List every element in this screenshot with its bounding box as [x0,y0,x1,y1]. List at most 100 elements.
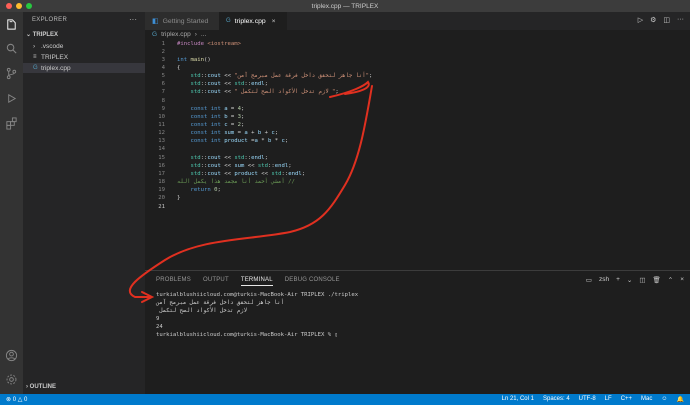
line-number: 9 [161,105,165,112]
tab-output[interactable]: OUTPUT [203,277,229,286]
minimize-window-button[interactable] [16,3,22,9]
tab-terminal[interactable]: TERMINAL [240,277,273,286]
code-line: std::cout << sum << std::endl; [190,162,292,169]
chevron-up-icon[interactable]: ⌃ [668,276,673,284]
settings-gear-icon[interactable] [5,373,18,386]
code-line: const int sum = a + b + c; [190,130,279,137]
language-mode[interactable]: C++ [621,396,632,403]
breadcrumb-symbol[interactable]: ... [201,31,206,38]
more-icon[interactable]: ··· [677,16,684,24]
tab-label: Getting Started [162,17,209,25]
status-bar: ⊗ 0 △ 0 Ln 21, Col 1 Spaces: 4 UTF-8 LF … [0,394,690,405]
workspace-section[interactable]: ⌄ TRIPLEX [26,31,58,38]
outline-section[interactable]: › OUTLINE [26,384,56,390]
terminal-line: turkialblushiicloud.com@turkis-MacBook-A… [156,292,359,298]
line-number: 12 [158,130,165,137]
workspace-label: TRIPLEX [32,32,59,38]
line-number: 6 [161,81,165,88]
cpp-file-icon: G [33,65,38,71]
search-icon[interactable] [5,42,18,55]
gear-icon[interactable]: ⚙ [650,16,656,24]
line-number: 8 [161,97,165,104]
shell-label[interactable]: zsh [599,276,609,284]
tab-debug-console[interactable]: DEBUG CONSOLE [285,277,340,286]
code-line: #include <iostream> [177,40,242,47]
encoding[interactable]: UTF-8 [579,396,596,403]
tree-item-triplex[interactable]: ≡ TRIPLEX [23,52,145,62]
tab-getting-started[interactable]: ◧ Getting Started [145,12,219,30]
outline-label: OUTLINE [29,384,57,390]
code-line: const int a = 4; [190,105,245,112]
close-tab-icon[interactable]: × [272,18,276,25]
warning-count: 0 [24,397,28,403]
line-number: 18 [158,179,165,186]
code-line: std::cout << std::endl; [190,154,269,161]
problems-status[interactable]: ⊗ 0 △ 0 [6,396,27,403]
line-number: 20 [158,195,165,202]
panel-tabs: PROBLEMS OUTPUT TERMINAL DEBUG CONSOLE [156,277,340,286]
close-icon[interactable]: × [680,276,684,284]
more-icon[interactable]: ··· [129,15,137,24]
maximize-window-button[interactable] [26,3,32,9]
line-number: 11 [158,122,165,128]
trash-icon[interactable]: 🗑 [652,276,660,284]
code-editor[interactable]: 1 #include <iostream> 2 3 int main() 4 {5 std:… [145,40,690,270]
file-icon: ≡ [33,54,37,60]
cursor-position[interactable]: Ln 21, Col 1 [502,396,534,403]
editor-tabs: ◧ Getting Started G triplex.cpp × ▷ ⚙ ◫ … [145,12,690,30]
code-line: const int product =a * b * c; [190,138,289,145]
run-debug-icon[interactable] [5,92,18,105]
run-icon[interactable]: ▷ [638,16,643,24]
account-icon[interactable] [5,349,18,362]
end-of-line[interactable]: LF [605,396,612,403]
code-line: return 0; [190,187,221,194]
indentation[interactable]: Spaces: 4 [543,396,570,403]
code-line: { [177,64,181,71]
line-number: 19 [158,187,165,194]
tree-item-label: .vscode [41,42,64,50]
vscode-logo-icon: ◧ [152,18,159,25]
feedback-icon[interactable]: ☺ [661,396,667,403]
tab-label: triplex.cpp [234,17,266,25]
line-number: 16 [158,162,165,169]
status-left: ⊗ 0 △ 0 [6,396,27,403]
split-editor-icon[interactable]: ◫ [663,16,670,24]
close-window-button[interactable] [6,3,12,9]
window-title: triplex.cpp — TRIPLEX [311,2,379,10]
breadcrumb-file[interactable]: triplex.cpp [161,31,191,38]
explorer-icon[interactable] [5,18,18,31]
cpp-file-icon: G [226,18,231,24]
code-line: int main() [177,56,211,63]
error-icon: ⊗ [6,397,13,403]
title-bar: triplex.cpp — TRIPLEX [0,0,690,12]
tree-item-triplex-cpp[interactable]: G triplex.cpp [23,63,145,73]
status-right: Ln 21, Col 1 Spaces: 4 UTF-8 LF C++ Mac … [502,396,684,403]
tab-problems[interactable]: PROBLEMS [156,277,191,286]
terminal-prompt: turkialblushiicloud.com@turkis-MacBook-A… [156,332,338,338]
terminal-line: لازم تدخل الأكواد الصح لتكمل [156,308,247,314]
source-control-icon[interactable] [5,67,18,80]
code-line: std::cout << std::endl; [190,81,269,88]
tree-item-vscode[interactable]: › .vscode [23,41,145,51]
chevron-down-icon: ⌄ [26,32,33,38]
line-number: 17 [158,170,165,177]
tab-triplex-cpp[interactable]: G triplex.cpp × [219,12,287,30]
platform[interactable]: Mac [641,396,652,403]
code-line: std::cout << product << std::endl; [190,170,306,177]
extensions-icon[interactable] [5,117,18,130]
bottom-panel: PROBLEMS OUTPUT TERMINAL DEBUG CONSOLE ▭… [145,270,690,394]
explorer-sidebar: EXPLORER ··· ⌄ TRIPLEX › .vscode ≡ TRIPL… [23,12,145,394]
line-number: 4 [161,64,165,71]
line-number: 2 [161,48,165,55]
add-terminal-icon[interactable]: + [616,276,620,284]
chevron-down-icon[interactable]: ⌄ [627,276,632,284]
window-controls [6,3,32,9]
code-line: std::cout << "أنا جاهز لتحقق داخل فرقة ع… [190,73,373,80]
bell-icon[interactable]: 🔔 [677,396,684,403]
split-terminal-icon[interactable]: ◫ [639,276,645,284]
editor-actions: ▷ ⚙ ◫ ··· [638,16,684,24]
chevron-right-icon: › [33,42,36,50]
line-number: 1 [161,40,165,47]
breadcrumb: G triplex.cpp › ... [152,31,206,38]
line-number: 15 [158,154,165,161]
